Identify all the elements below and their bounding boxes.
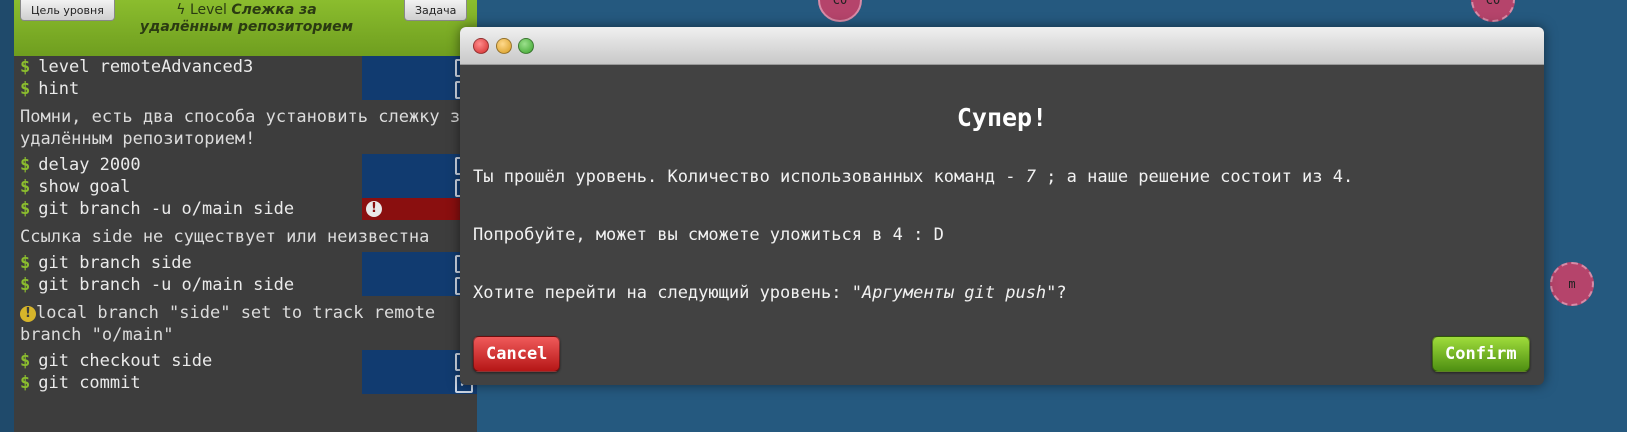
level-prefix: Level — [189, 2, 227, 18]
command-text: git commit — [38, 373, 141, 393]
command-text: level remoteAdvanced3 — [38, 57, 254, 77]
terminal-command-line: $git commit✓ — [14, 372, 477, 394]
minimize-window-icon[interactable] — [496, 38, 512, 54]
command-text: git branch -u o/main side — [38, 275, 295, 295]
terminal-warning-message: ! local branch "side" set to track remote… — [14, 296, 477, 350]
command-count: 7 — [1025, 167, 1036, 187]
prompt-symbol: $ — [20, 373, 31, 393]
next-level-name: "Аргументы git push" — [851, 283, 1057, 303]
result-text: Ты прошёл уровень. Количество использова… — [473, 167, 1353, 187]
dialog-title: Супер! — [956, 103, 1048, 132]
terminal-command-line: $delay 2000✓ — [14, 154, 477, 176]
question-text-part: Хотите перейти на следующий уровень: — [473, 283, 852, 303]
prompt-symbol: $ — [20, 57, 31, 77]
window-titlebar — [460, 27, 1544, 65]
command-panel: Цель уровня ϟ Level Слежка за удалённым … — [14, 0, 477, 432]
prompt-symbol: $ — [20, 177, 31, 197]
error-icon: ! — [366, 201, 382, 217]
branch-node-main[interactable]: m — [1550, 262, 1594, 306]
level-name: Слежка за удалённым репозиторием — [139, 2, 354, 35]
command-text: git branch side — [38, 253, 192, 273]
terminal-command-line: $hint✓ — [14, 78, 477, 100]
command-text: git checkout side — [38, 351, 213, 371]
prompt-symbol: $ — [20, 351, 31, 371]
lightning-icon: ϟ — [176, 2, 186, 18]
task-button[interactable]: Задача — [404, 0, 468, 21]
question-text-part: ? — [1056, 283, 1067, 303]
terminal-history: $level remoteAdvanced3✓$hint✓Помни, есть… — [14, 56, 477, 394]
next-level-question: Хотите перейти на следующий уровень: "Ар… — [473, 283, 1067, 303]
terminal-message: Ссылка side не существует или неизвестна — [14, 220, 477, 252]
confirm-button[interactable]: Confirm — [1432, 336, 1530, 372]
result-text-part: ; а наше решение состоит из 4. — [1035, 167, 1354, 187]
warning-icon: ! — [20, 306, 36, 322]
command-text: delay 2000 — [38, 155, 141, 175]
level-header: Цель уровня ϟ Level Слежка за удалённым … — [14, 0, 477, 56]
maximize-window-icon[interactable] — [518, 38, 534, 54]
message-text: Ссылка side не существует или неизвестна — [20, 227, 430, 247]
command-text: show goal — [38, 177, 131, 197]
level-complete-dialog: Супер! Ты прошёл уровень. Количество исп… — [460, 27, 1544, 385]
terminal-command-line: $git checkout side✓ — [14, 350, 477, 372]
close-window-icon[interactable] — [473, 38, 489, 54]
result-text-part: Ты прошёл уровень. Количество использова… — [473, 167, 1026, 187]
level-goal-button[interactable]: Цель уровня — [20, 0, 115, 21]
command-text: git branch -u o/main side — [38, 199, 295, 219]
message-text: local branch "side" set to track remote … — [20, 303, 436, 345]
command-text: hint — [38, 79, 80, 99]
prompt-symbol: $ — [20, 275, 31, 295]
prompt-symbol: $ — [20, 155, 31, 175]
terminal-message: Помни, есть два способа установить слежк… — [14, 100, 477, 154]
message-text: Помни, есть два способа установить слежк… — [20, 107, 471, 149]
terminal-command-line: $level remoteAdvanced3✓ — [14, 56, 477, 78]
prompt-symbol: $ — [20, 79, 31, 99]
level-title: ϟ Level Слежка за удалённым репозиторием — [134, 2, 359, 36]
suggestion-text: Попробуйте, может вы сможете уложиться в… — [473, 225, 944, 245]
prompt-symbol: $ — [20, 253, 31, 273]
prompt-symbol: $ — [20, 199, 31, 219]
terminal-command-line: $show goal✓ — [14, 176, 477, 198]
terminal-command-line: $git branch -u o/main side✓ — [14, 274, 477, 296]
terminal-command-line: $git branch side✓ — [14, 252, 477, 274]
terminal-command-line: $ git branch -u o/main side! — [14, 198, 477, 220]
cancel-button[interactable]: Cancel — [473, 336, 561, 372]
